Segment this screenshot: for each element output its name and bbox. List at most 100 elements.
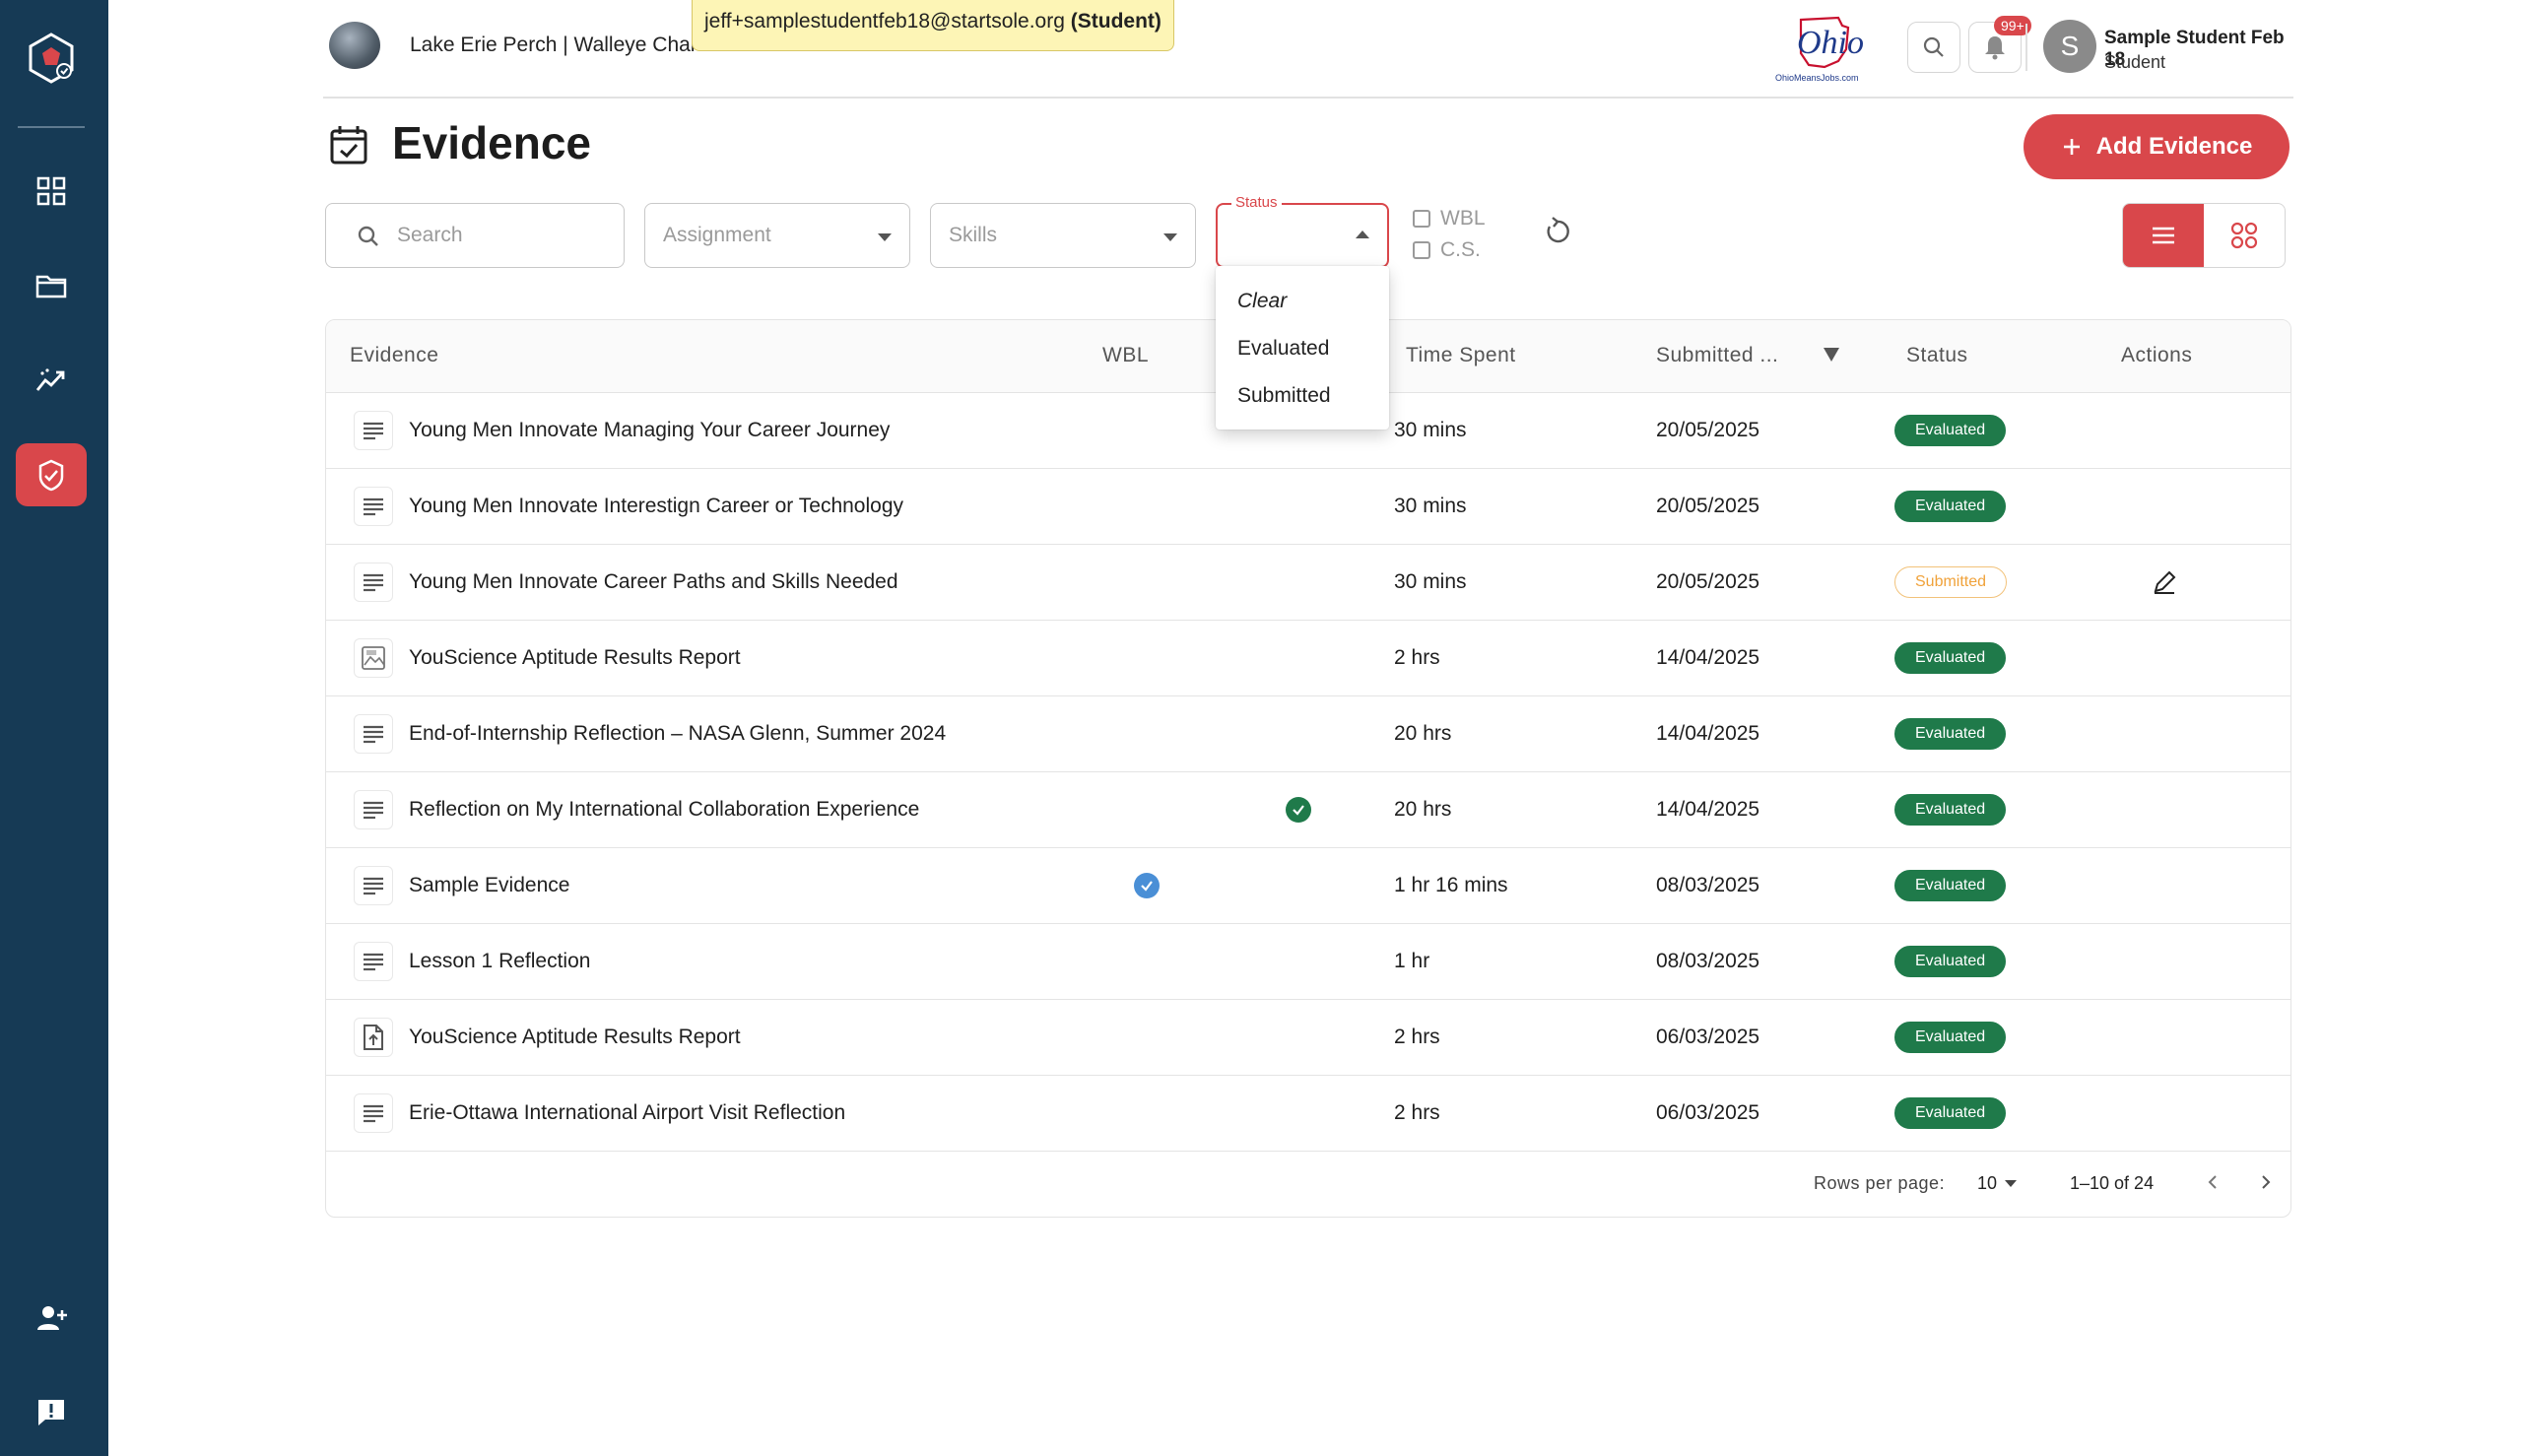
- header-divider: [2025, 24, 2027, 71]
- time-spent: 30 mins: [1394, 419, 1467, 441]
- status-badge: Evaluated: [1894, 415, 2007, 446]
- table-row[interactable]: YouScience Aptitude Results Report 2 hrs…: [326, 1000, 2290, 1076]
- column-header-submitted[interactable]: Submitted ...: [1656, 344, 1778, 367]
- status-option-submitted[interactable]: Submitted: [1216, 372, 1389, 420]
- evidence-name[interactable]: Erie-Ottawa International Airport Visit …: [409, 1101, 845, 1125]
- evidence-name[interactable]: YouScience Aptitude Results Report: [409, 646, 741, 670]
- cs-check-icon: [1286, 797, 1311, 823]
- column-header-wbl[interactable]: WBL: [1102, 344, 1149, 367]
- plus-icon: [2063, 139, 2080, 155]
- submitted-date: 08/03/2025: [1656, 950, 1760, 972]
- org-avatar[interactable]: [329, 22, 380, 69]
- submitted-date: 06/03/2025: [1656, 1026, 1760, 1048]
- table-row[interactable]: Young Men Innovate Interestign Career or…: [326, 469, 2290, 545]
- status-badge: Evaluated: [1894, 1022, 2007, 1053]
- ohio-logo-subtext: OhioMeansJobs.com: [1775, 73, 1859, 83]
- text-lines-icon: [354, 1093, 393, 1133]
- sidebar-item-dashboard[interactable]: [16, 160, 87, 223]
- sidebar-item-evidence[interactable]: [16, 443, 87, 506]
- table-row[interactable]: Erie-Ottawa International Airport Visit …: [326, 1076, 2290, 1152]
- sidebar-item-feedback[interactable]: [16, 1381, 87, 1444]
- assignment-select[interactable]: Assignment: [644, 203, 910, 268]
- table-row[interactable]: Reflection on My International Collabora…: [326, 772, 2290, 848]
- next-page-button[interactable]: [2251, 1167, 2281, 1197]
- sidebar-item-portfolio[interactable]: [16, 254, 87, 317]
- submitted-date: 06/03/2025: [1656, 1101, 1760, 1124]
- add-evidence-label: Add Evidence: [2095, 133, 2253, 160]
- pagination-range: 1–10 of 24: [2070, 1173, 2155, 1193]
- list-view-button[interactable]: [2123, 204, 2204, 267]
- table-row[interactable]: End-of-Internship Reflection – NASA Glen…: [326, 696, 2290, 772]
- chevron-down-icon[interactable]: [2005, 1180, 2017, 1187]
- search-input[interactable]: Search: [325, 203, 625, 268]
- user-avatar[interactable]: S: [2043, 20, 2096, 73]
- skills-select[interactable]: Skills: [930, 203, 1196, 268]
- time-spent: 20 hrs: [1394, 722, 1452, 745]
- evidence-name[interactable]: Sample Evidence: [409, 874, 569, 897]
- cs-checkbox-label: C.S.: [1440, 238, 1481, 261]
- status-badge: Evaluated: [1894, 794, 2007, 826]
- column-header-actions: Actions: [2121, 344, 2193, 366]
- table-row[interactable]: YouScience Aptitude Results Report 2 hrs…: [326, 621, 2290, 696]
- search-button[interactable]: [1907, 22, 1960, 73]
- evidence-name[interactable]: Reflection on My International Collabora…: [409, 798, 919, 822]
- table-pagination: Rows per page: 10 1–10 of 24: [326, 1146, 2290, 1217]
- reset-filters-icon[interactable]: [1541, 215, 1574, 248]
- cs-checkbox-box[interactable]: [1413, 241, 1430, 259]
- wbl-checkbox-label: WBL: [1440, 207, 1486, 230]
- sidebar-item-progress[interactable]: [16, 349, 87, 412]
- evidence-name[interactable]: Young Men Innovate Career Paths and Skil…: [409, 570, 898, 594]
- evidence-name[interactable]: End-of-Internship Reflection – NASA Glen…: [409, 722, 946, 746]
- grid-view-button[interactable]: [2204, 204, 2285, 267]
- text-lines-icon: [354, 942, 393, 981]
- status-option-evaluated[interactable]: Evaluated: [1216, 325, 1389, 372]
- edit-pencil-icon[interactable]: [2151, 568, 2178, 596]
- add-evidence-button[interactable]: Add Evidence: [2024, 114, 2290, 179]
- cs-checkbox[interactable]: C.S.: [1413, 238, 1481, 262]
- list-icon: [2153, 227, 2174, 244]
- column-header-time-spent[interactable]: Time Spent: [1406, 344, 1516, 367]
- prev-page-button[interactable]: [2198, 1167, 2227, 1197]
- table-row[interactable]: Lesson 1 Reflection 1 hr 08/03/2025 Eval…: [326, 924, 2290, 1000]
- evidence-name[interactable]: Young Men Innovate Managing Your Career …: [409, 419, 890, 442]
- rows-per-page-select[interactable]: 10: [1977, 1173, 1997, 1194]
- ohio-means-jobs-logo[interactable]: Ohio OhioMeansJobs.com: [1769, 10, 1880, 85]
- column-header-status[interactable]: Status: [1906, 344, 1968, 367]
- chevron-right-icon: [2262, 1175, 2271, 1189]
- submitted-date: 20/05/2025: [1656, 570, 1760, 593]
- sidebar-item-add-user[interactable]: [16, 1287, 87, 1350]
- text-lines-icon: [354, 563, 393, 602]
- table-row[interactable]: Young Men Innovate Career Paths and Skil…: [326, 545, 2290, 621]
- table-row[interactable]: Sample Evidence 1 hr 16 mins 08/03/2025 …: [326, 848, 2290, 924]
- text-lines-icon: [354, 714, 393, 754]
- wbl-checkbox[interactable]: WBL: [1413, 207, 1486, 231]
- app-logo-icon[interactable]: [25, 32, 78, 85]
- chevron-left-icon: [2208, 1175, 2217, 1189]
- folder-icon: [35, 275, 67, 298]
- time-spent: 1 hr 16 mins: [1394, 874, 1508, 896]
- search-icon: [358, 226, 378, 246]
- org-name[interactable]: Lake Erie Perch | Walleye Charters: [410, 33, 732, 57]
- evidence-name[interactable]: Young Men Innovate Interestign Career or…: [409, 495, 903, 518]
- column-header-evidence[interactable]: Evidence: [350, 344, 438, 367]
- evidence-name[interactable]: Lesson 1 Reflection: [409, 950, 590, 973]
- time-spent: 20 hrs: [1394, 798, 1452, 821]
- time-spent: 2 hrs: [1394, 646, 1440, 669]
- bell-icon: [1985, 36, 2005, 60]
- impersonation-role: (Student): [1070, 10, 1161, 33]
- submitted-date: 14/04/2025: [1656, 646, 1760, 669]
- evidence-table: Evidence WBL Time Spent Submitted ... St…: [325, 319, 2291, 1218]
- sort-desc-icon[interactable]: [1824, 348, 1839, 362]
- skills-placeholder: Skills: [949, 224, 998, 246]
- time-spent: 30 mins: [1394, 495, 1467, 517]
- time-spent: 2 hrs: [1394, 1026, 1440, 1048]
- evidence-name[interactable]: YouScience Aptitude Results Report: [409, 1026, 741, 1049]
- text-lines-icon: [354, 487, 393, 526]
- chevron-up-icon: [1356, 231, 1369, 238]
- wbl-checkbox-box[interactable]: [1413, 210, 1430, 228]
- time-spent: 30 mins: [1394, 570, 1467, 593]
- status-option-clear[interactable]: Clear: [1216, 278, 1389, 325]
- grid-icon: [36, 176, 66, 206]
- submitted-date: 20/05/2025: [1656, 495, 1760, 517]
- status-select[interactable]: Status: [1216, 194, 1389, 268]
